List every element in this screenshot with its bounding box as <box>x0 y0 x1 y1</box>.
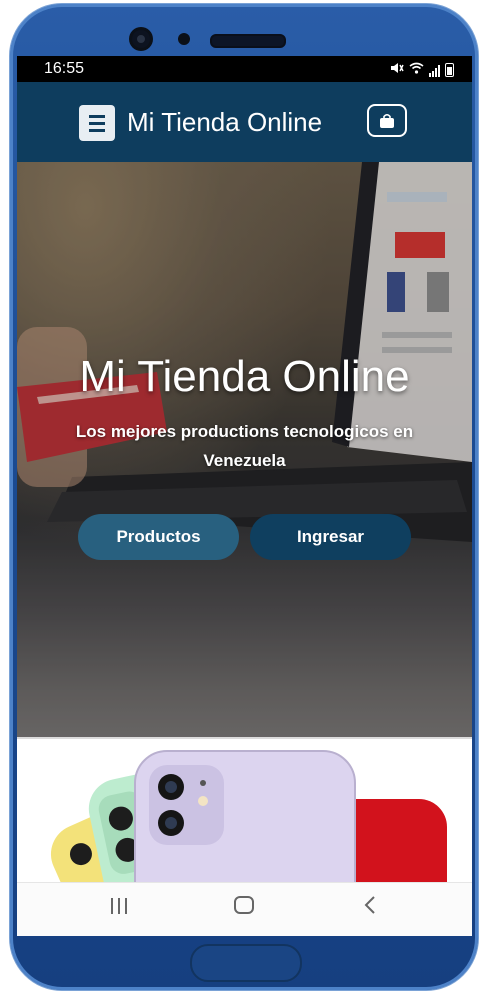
screen: 16:55 Mi Tienda Online Mi Tienda Online … <box>17 56 472 936</box>
hamburger-menu-icon[interactable] <box>79 105 115 141</box>
status-time: 16:55 <box>44 60 85 77</box>
home-icon[interactable] <box>233 895 255 921</box>
app-title: Mi Tienda Online <box>127 107 323 137</box>
mute-icon <box>390 62 404 77</box>
proximity-sensor <box>178 33 190 45</box>
earpiece-speaker <box>210 34 286 48</box>
status-bar: 16:55 <box>17 56 472 82</box>
ingresar-button[interactable]: Ingresar <box>250 514 411 560</box>
status-icons <box>390 62 454 77</box>
wifi-icon <box>409 62 424 77</box>
battery-icon <box>445 63 454 77</box>
hero-title: Mi Tienda Online <box>79 352 410 401</box>
physical-home-button[interactable] <box>190 944 302 982</box>
back-icon[interactable] <box>363 895 377 921</box>
iphone-product-image <box>50 750 447 884</box>
android-nav-bar <box>17 882 472 936</box>
app-bar: Mi Tienda Online <box>17 82 472 162</box>
shopping-bag-icon[interactable] <box>367 104 407 137</box>
hero-banner: Mi Tienda Online Los mejores productions… <box>17 162 472 737</box>
hero-subtitle: Los mejores productions tecnologicos en … <box>75 422 414 470</box>
signal-icon <box>429 65 440 77</box>
productos-button[interactable]: Productos <box>78 514 239 560</box>
recent-apps-icon[interactable] <box>109 895 129 921</box>
front-camera <box>132 30 150 48</box>
product-showcase <box>17 737 472 884</box>
